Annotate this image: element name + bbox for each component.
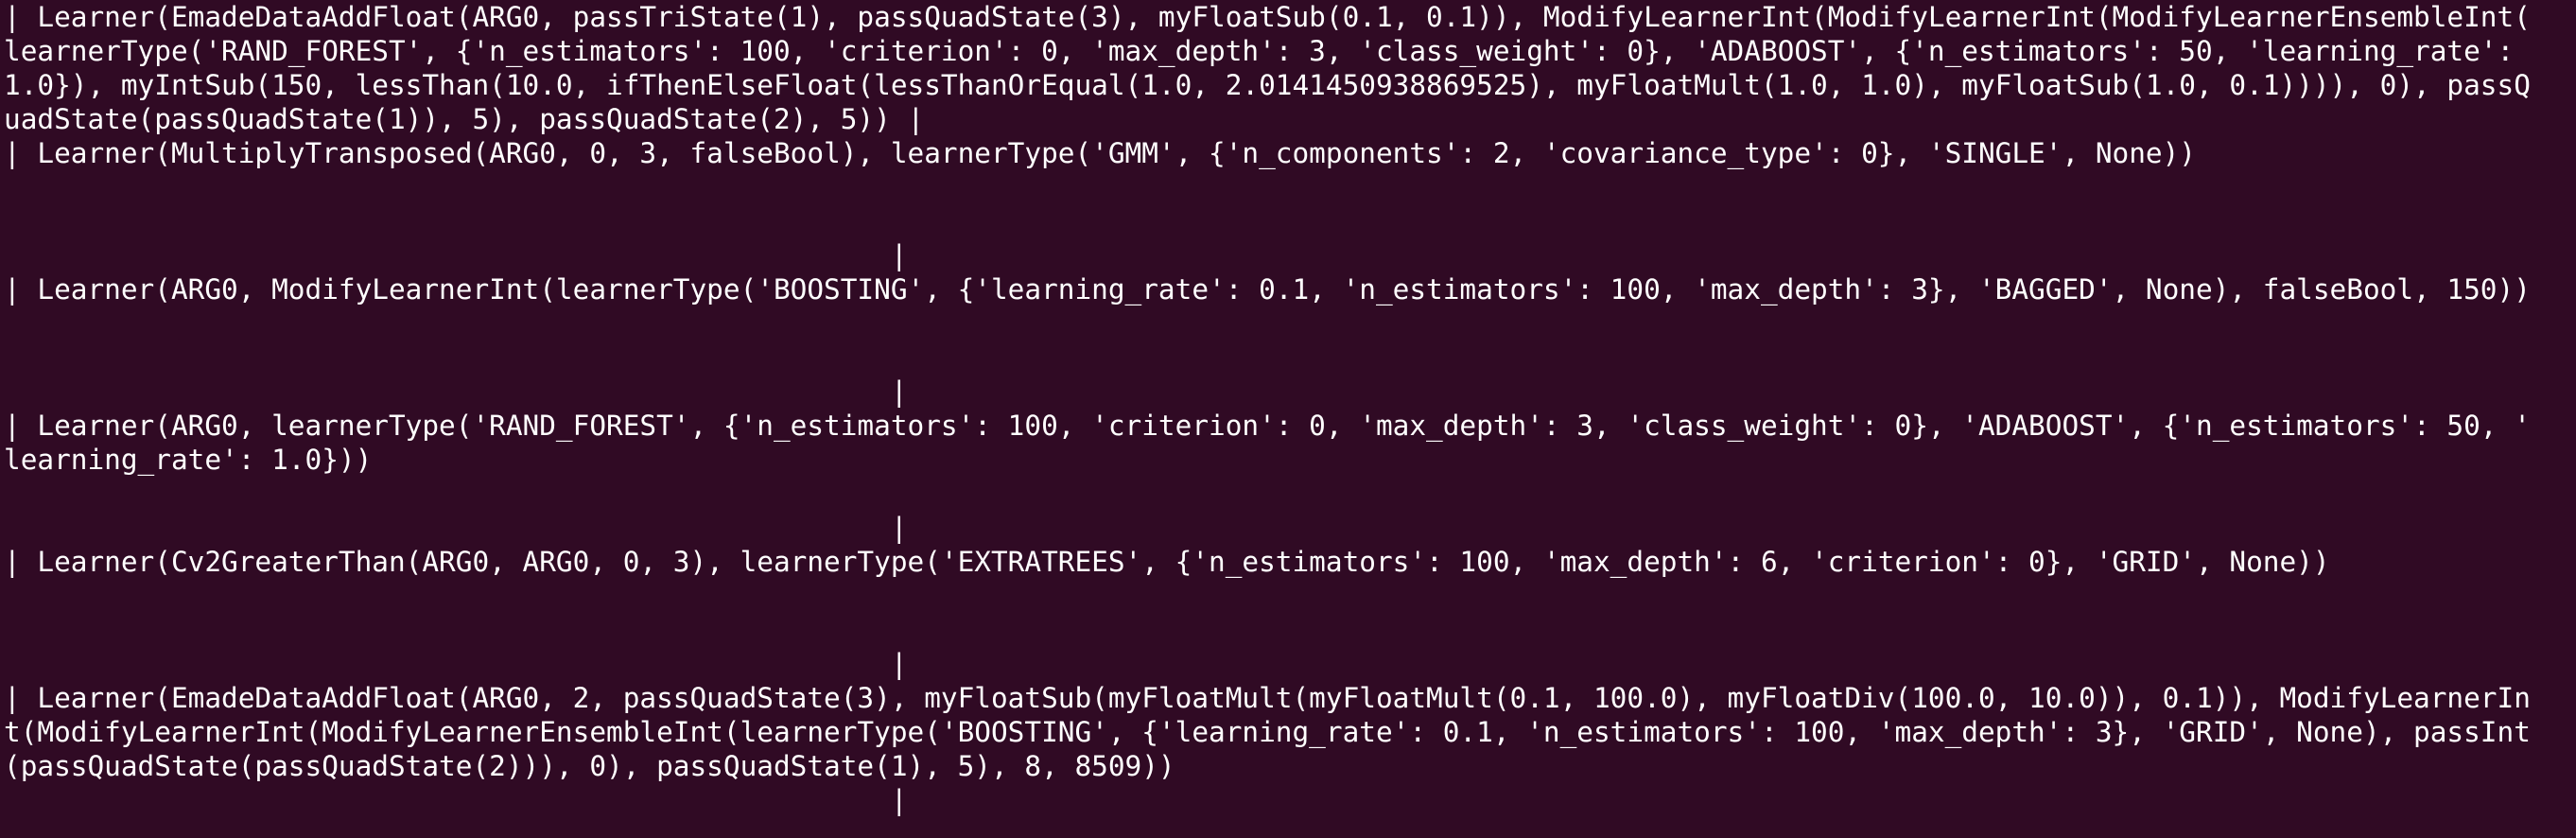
output-line-20: | bbox=[4, 648, 908, 680]
output-line-23: (passQuadState(passQuadState(2))), 0), p… bbox=[4, 750, 1175, 782]
output-line-12: | bbox=[4, 375, 908, 408]
output-line-4: uadState(passQuadState(1)), 5), passQuad… bbox=[4, 103, 925, 135]
output-line-5: | Learner(MultiplyTransposed(ARG0, 0, 3,… bbox=[4, 137, 2196, 169]
terminal-window[interactable]: | Learner(EmadeDataAddFloat(ARG0, passTr… bbox=[0, 0, 2576, 838]
output-line-14: learning_rate': 1.0})) bbox=[4, 444, 373, 476]
output-line-9: | Learner(ARG0, ModifyLearnerInt(learner… bbox=[4, 273, 2531, 306]
output-line-13: | Learner(ARG0, learnerType('RAND_FOREST… bbox=[4, 410, 2531, 442]
output-line-3: 1.0}), myIntSub(150, lessThan(10.0, ifTh… bbox=[4, 69, 2531, 101]
output-line-24: | bbox=[4, 784, 908, 816]
output-line-16: | bbox=[4, 512, 908, 544]
output-line-17: | Learner(Cv2GreaterThan(ARG0, ARG0, 0, … bbox=[4, 546, 2330, 578]
output-line-21: | Learner(EmadeDataAddFloat(ARG0, 2, pas… bbox=[4, 682, 2531, 714]
output-line-2: learnerType('RAND_FOREST', {'n_estimator… bbox=[4, 35, 2515, 67]
output-line-8: | bbox=[4, 239, 908, 271]
output-line-1: | Learner(EmadeDataAddFloat(ARG0, passTr… bbox=[4, 1, 2531, 33]
output-line-22: t(ModifyLearnerInt(ModifyLearnerEnsemble… bbox=[4, 716, 2531, 748]
